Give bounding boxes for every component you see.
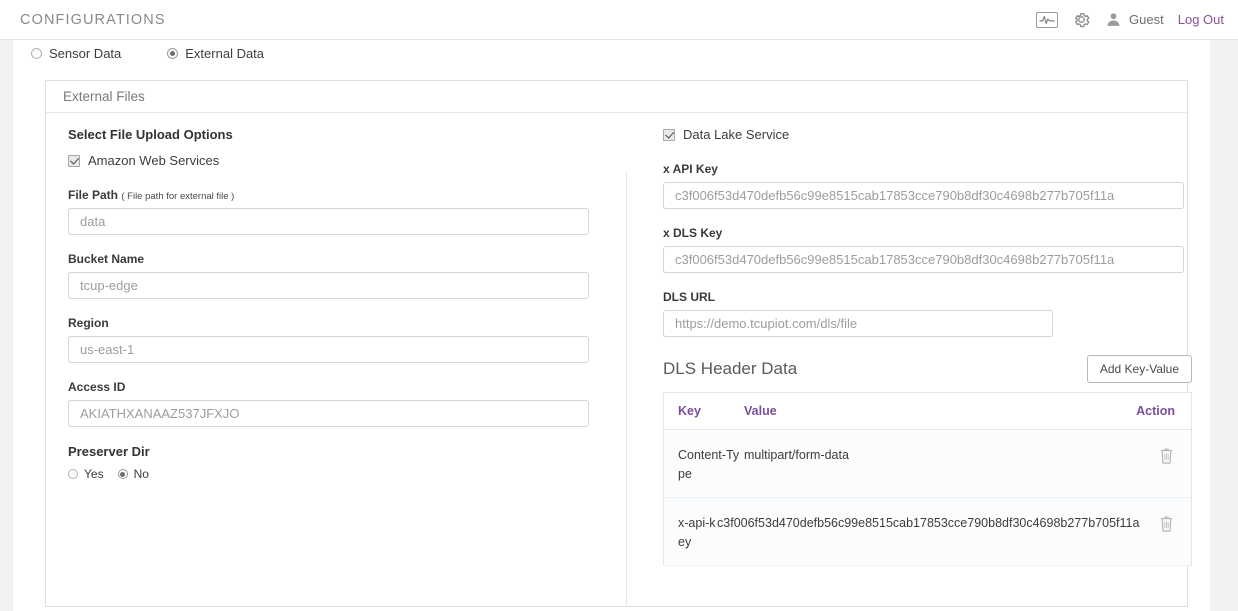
user-menu[interactable]: Guest (1105, 11, 1164, 28)
field-file-path-label: File Path ( File path for external file … (68, 188, 613, 202)
radio-sensor-data[interactable]: Sensor Data (31, 47, 121, 60)
radio-external-data-label: External Data (185, 46, 265, 61)
field-dls-url-label: DLS URL (663, 290, 715, 304)
checkbox-amazon-web-services[interactable]: Amazon Web Services (68, 153, 613, 168)
preserve-dir-radio-group: Yes No (68, 468, 613, 480)
user-name-label: Guest (1129, 12, 1164, 27)
data-source-radio-group: Sensor Data External Data (31, 47, 310, 60)
gear-icon[interactable] (1072, 10, 1091, 29)
user-avatar-icon (1107, 13, 1120, 26)
trash-icon[interactable] (1158, 514, 1175, 533)
dls-header-data-table: Key Value Action Content-Type multipart/… (663, 392, 1192, 566)
logout-link[interactable]: Log Out (1178, 12, 1224, 27)
external-files-card: External Files Select File Upload Option… (45, 80, 1192, 607)
header-actions: Guest Log Out (1036, 10, 1224, 29)
checkbox-aws-control[interactable] (68, 154, 80, 167)
field-region-label: Region (68, 316, 109, 330)
content-sheet: Sensor Data External Data External Files… (12, 40, 1210, 611)
cell-key: x-api-key (678, 516, 716, 550)
card-body: Select File Upload Options Amazon Web Se… (46, 113, 1192, 607)
checkbox-dls-control[interactable] (663, 128, 675, 141)
trash-icon[interactable] (1158, 446, 1175, 465)
radio-preserve-yes[interactable]: Yes (68, 468, 104, 480)
upload-options-title: Select File Upload Options (68, 127, 233, 142)
field-bucket-name-label: Bucket Name (68, 252, 145, 266)
radio-external-data-control[interactable] (167, 48, 179, 59)
x-api-key-input[interactable] (663, 182, 1184, 209)
field-x-api-key: x API Key (663, 162, 1188, 209)
column-header-action: Action (1136, 404, 1175, 418)
monitor-waveform-icon[interactable] (1036, 11, 1059, 28)
field-file-path-hint: ( File path for external file ) (121, 191, 235, 202)
region-input[interactable] (68, 336, 589, 363)
checkbox-aws-label: Amazon Web Services (88, 153, 220, 168)
radio-preserve-yes-control[interactable] (68, 469, 78, 479)
column-header-key: Key (678, 404, 701, 418)
cell-value: multipart/form-data (744, 448, 849, 462)
cell-action (1125, 446, 1191, 465)
radio-preserve-yes-label: Yes (84, 467, 104, 481)
cell-value: c3f006f53d470defb56c99e8515cab17853cce79… (717, 516, 1140, 530)
data-lake-column: Data Lake Service x API Key x DLS Key DL… (663, 127, 1192, 566)
field-x-dls-key: x DLS Key (663, 226, 1188, 273)
dls-header-data-toolbar: DLS Header Data Add Key-Value (663, 355, 1192, 383)
preserve-dir-label: Preserver Dir (68, 444, 150, 459)
table-row: Content-Type multipart/form-data (664, 430, 1191, 498)
top-header-bar: CONFIGURATIONS Guest Log Out (0, 0, 1238, 40)
x-dls-key-input[interactable] (663, 246, 1184, 273)
cell-action (1145, 514, 1191, 533)
checkbox-dls-label: Data Lake Service (683, 127, 790, 142)
preserve-dir-group: Preserver Dir Yes No (68, 444, 613, 480)
field-region: Region (68, 316, 613, 363)
field-x-api-key-label: x API Key (663, 162, 718, 176)
column-header-value: Value (744, 404, 777, 418)
page-root: CONFIGURATIONS Guest Log Out Sensor Data… (0, 0, 1238, 611)
file-path-input[interactable] (68, 208, 589, 235)
radio-preserve-no[interactable]: No (117, 467, 149, 481)
radio-preserve-no-label: No (133, 467, 149, 481)
add-key-value-button[interactable]: Add Key-Value (1086, 355, 1192, 383)
field-access-id: Access ID (68, 380, 613, 427)
dls-url-input[interactable] (663, 310, 1053, 337)
column-divider (626, 171, 627, 607)
cell-key: Content-Type (678, 448, 740, 482)
radio-sensor-data-control[interactable] (31, 48, 42, 59)
radio-preserve-no-control[interactable] (117, 469, 128, 479)
dls-header-data-title: DLS Header Data (663, 359, 798, 378)
bucket-name-input[interactable] (68, 272, 589, 299)
field-access-id-label: Access ID (68, 380, 126, 394)
field-bucket-name: Bucket Name (68, 252, 613, 299)
page-title: CONFIGURATIONS (20, 11, 166, 28)
card-header: External Files (46, 81, 1187, 113)
aws-upload-column: Select File Upload Options Amazon Web Se… (68, 127, 613, 480)
field-dls-url: DLS URL (663, 290, 1188, 337)
table-row: x-api-key c3f006f53d470defb56c99e8515cab… (664, 498, 1191, 566)
checkbox-data-lake-service[interactable]: Data Lake Service (663, 127, 1188, 142)
card-title: External Files (63, 89, 145, 104)
radio-sensor-data-label: Sensor Data (49, 46, 122, 61)
field-x-dls-key-label: x DLS Key (663, 226, 723, 240)
table-header-row: Key Value Action (664, 393, 1191, 430)
field-file-path: File Path ( File path for external file … (68, 188, 613, 235)
radio-external-data[interactable]: External Data (167, 47, 264, 60)
access-id-input[interactable] (68, 400, 589, 427)
field-file-path-label-text: File Path (68, 188, 119, 202)
